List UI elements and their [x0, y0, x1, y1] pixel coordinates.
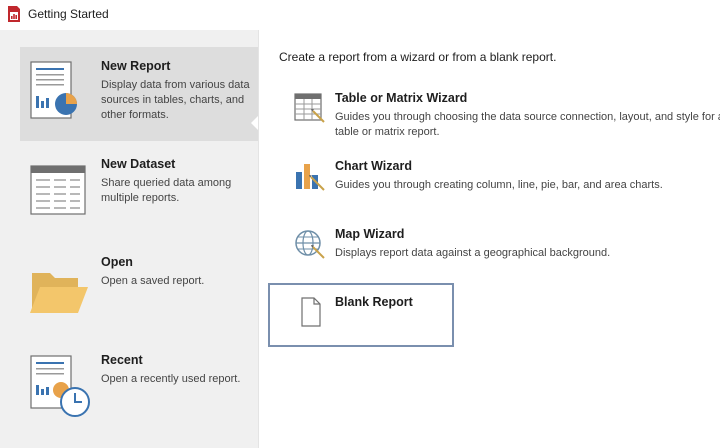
blank-report-option[interactable]: Blank Report [289, 295, 720, 331]
table-matrix-wizard-option[interactable]: Table or Matrix Wizard Guides you throug… [289, 91, 720, 138]
folder-icon [30, 273, 88, 313]
sidebar-item-title: New Report [101, 59, 171, 73]
map-wizard-icon [295, 230, 325, 259]
sidebar-item-title: New Dataset [101, 157, 176, 171]
sidebar-item-recent[interactable]: Recent Open a recently used report. [20, 341, 258, 435]
option-title: Map Wizard [335, 227, 405, 241]
chart-wizard-icon [296, 164, 325, 191]
new-dataset-icon [30, 165, 86, 215]
window-title: Getting Started [28, 7, 109, 21]
intro-text: Create a report from a wizard or from a … [279, 50, 557, 64]
sidebar-item-description: Display data from various data sources i… [101, 79, 250, 121]
sidebar-item-title: Recent [101, 353, 143, 367]
main-content: Create a report from a wizard or from a … [259, 30, 720, 448]
sidebar-item-new-dataset[interactable]: New Dataset Share queried data among mul… [20, 145, 258, 239]
chart-wizard-option[interactable]: Chart Wizard Guides you through creating… [289, 159, 720, 195]
recent-report-clock-icon [30, 355, 90, 417]
sidebar: New Report Display data from various dat… [0, 30, 258, 448]
sidebar-item-description: Open a saved report. [101, 275, 205, 287]
map-wizard-option[interactable]: Map Wizard Displays report data against … [289, 227, 720, 263]
title-bar: Getting Started [0, 0, 720, 30]
report-builder-app-icon [8, 6, 20, 22]
option-title: Blank Report [335, 295, 413, 309]
sidebar-item-new-report[interactable]: New Report Display data from various dat… [20, 47, 258, 141]
sidebar-item-open[interactable]: Open Open a saved report. [20, 243, 258, 337]
blank-page-icon [301, 297, 321, 327]
sidebar-item-title: Open [101, 255, 133, 269]
option-description: Guides you through creating column, line… [335, 179, 663, 191]
option-description: Guides you through choosing the data sou… [335, 111, 720, 138]
option-title: Chart Wizard [335, 159, 412, 173]
sidebar-item-description: Open a recently used report. [101, 373, 241, 385]
selection-pointer [251, 116, 258, 130]
option-description: Displays report data against a geographi… [335, 247, 611, 259]
sidebar-item-description: Share queried data among multiple report… [101, 177, 232, 204]
new-report-icon [30, 61, 77, 119]
option-title: Table or Matrix Wizard [335, 91, 468, 105]
table-wizard-icon [294, 93, 325, 123]
